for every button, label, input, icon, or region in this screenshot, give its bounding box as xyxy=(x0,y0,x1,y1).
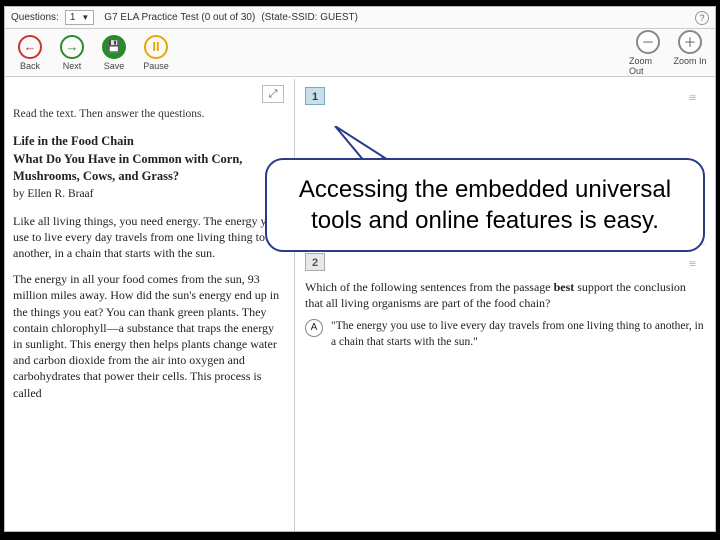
question-number-badge: 1 xyxy=(305,87,325,105)
pause-label: Pause xyxy=(143,61,169,71)
test-title: G7 ELA Practice Test (0 out of 30) xyxy=(104,12,255,23)
pause-icon: II xyxy=(144,35,168,59)
save-icon: 💾 xyxy=(102,35,126,59)
zoom-in-icon: ＋ xyxy=(678,30,702,54)
option-text: "The energy you use to live every day tr… xyxy=(331,319,705,350)
q2-text-part: Which of the following sentences from th… xyxy=(305,280,554,294)
question-number: 1 xyxy=(70,12,76,23)
question-selector[interactable]: 1 ▼ xyxy=(65,10,94,25)
callout-body: Accessing the embedded universal tools a… xyxy=(265,158,705,252)
tutorial-callout: Accessing the embedded universal tools a… xyxy=(265,158,705,252)
story-subtitle: What Do You Have in Common with Corn, Mu… xyxy=(13,151,284,185)
expand-icon[interactable]: ⤢ xyxy=(262,85,284,103)
arrow-left-icon: ← xyxy=(18,35,42,59)
option-letter: A xyxy=(305,319,323,337)
back-label: Back xyxy=(20,61,40,71)
arrow-right-icon: → xyxy=(60,35,84,59)
zoom-out-label: Zoom Out xyxy=(629,56,667,76)
save-label: Save xyxy=(104,61,125,71)
next-button[interactable]: → Next xyxy=(53,35,91,71)
question-number-badge: 2 xyxy=(305,253,325,271)
questions-label: Questions: xyxy=(11,12,59,23)
context-menu-icon[interactable]: ≡ xyxy=(689,89,705,107)
back-button[interactable]: ← Back xyxy=(11,35,49,71)
answer-option-a[interactable]: A "The energy you use to live every day … xyxy=(305,319,705,350)
passage-paragraph: Like all living things, you need energy.… xyxy=(13,213,284,262)
question-2-text: Which of the following sentences from th… xyxy=(305,279,705,311)
toolbar: ← Back → Next 💾 Save II Pause － Zoom Out… xyxy=(5,29,715,77)
zoom-in-label: Zoom In xyxy=(673,56,706,66)
q2-bold: best xyxy=(554,280,575,294)
passage-paragraph: The energy in all your food comes from t… xyxy=(13,271,284,401)
header-bar: Questions: 1 ▼ G7 ELA Practice Test (0 o… xyxy=(5,7,715,29)
help-icon[interactable]: ? xyxy=(695,11,709,25)
question-block-2: 2 ≡ Which of the following sentences fro… xyxy=(305,253,705,350)
save-button[interactable]: 💾 Save xyxy=(95,35,133,71)
pause-button[interactable]: II Pause xyxy=(137,35,175,71)
state-ssid: (State-SSID: GUEST) xyxy=(261,12,358,23)
passage-pane: ⤢ Read the text. Then answer the questio… xyxy=(5,79,295,531)
app-window: Questions: 1 ▼ G7 ELA Practice Test (0 o… xyxy=(4,6,716,532)
zoom-out-icon: － xyxy=(636,30,660,54)
instructions: Read the text. Then answer the questions… xyxy=(13,107,284,123)
callout-text: Accessing the embedded universal tools a… xyxy=(299,176,671,234)
next-label: Next xyxy=(63,61,82,71)
zoom-in-button[interactable]: ＋ Zoom In xyxy=(671,30,709,76)
story-author: by Ellen R. Braaf xyxy=(13,187,284,203)
chevron-down-icon: ▼ xyxy=(81,13,89,22)
story-title: Life in the Food Chain xyxy=(13,133,284,150)
zoom-out-button[interactable]: － Zoom Out xyxy=(629,30,667,76)
context-menu-icon[interactable]: ≡ xyxy=(689,255,705,273)
